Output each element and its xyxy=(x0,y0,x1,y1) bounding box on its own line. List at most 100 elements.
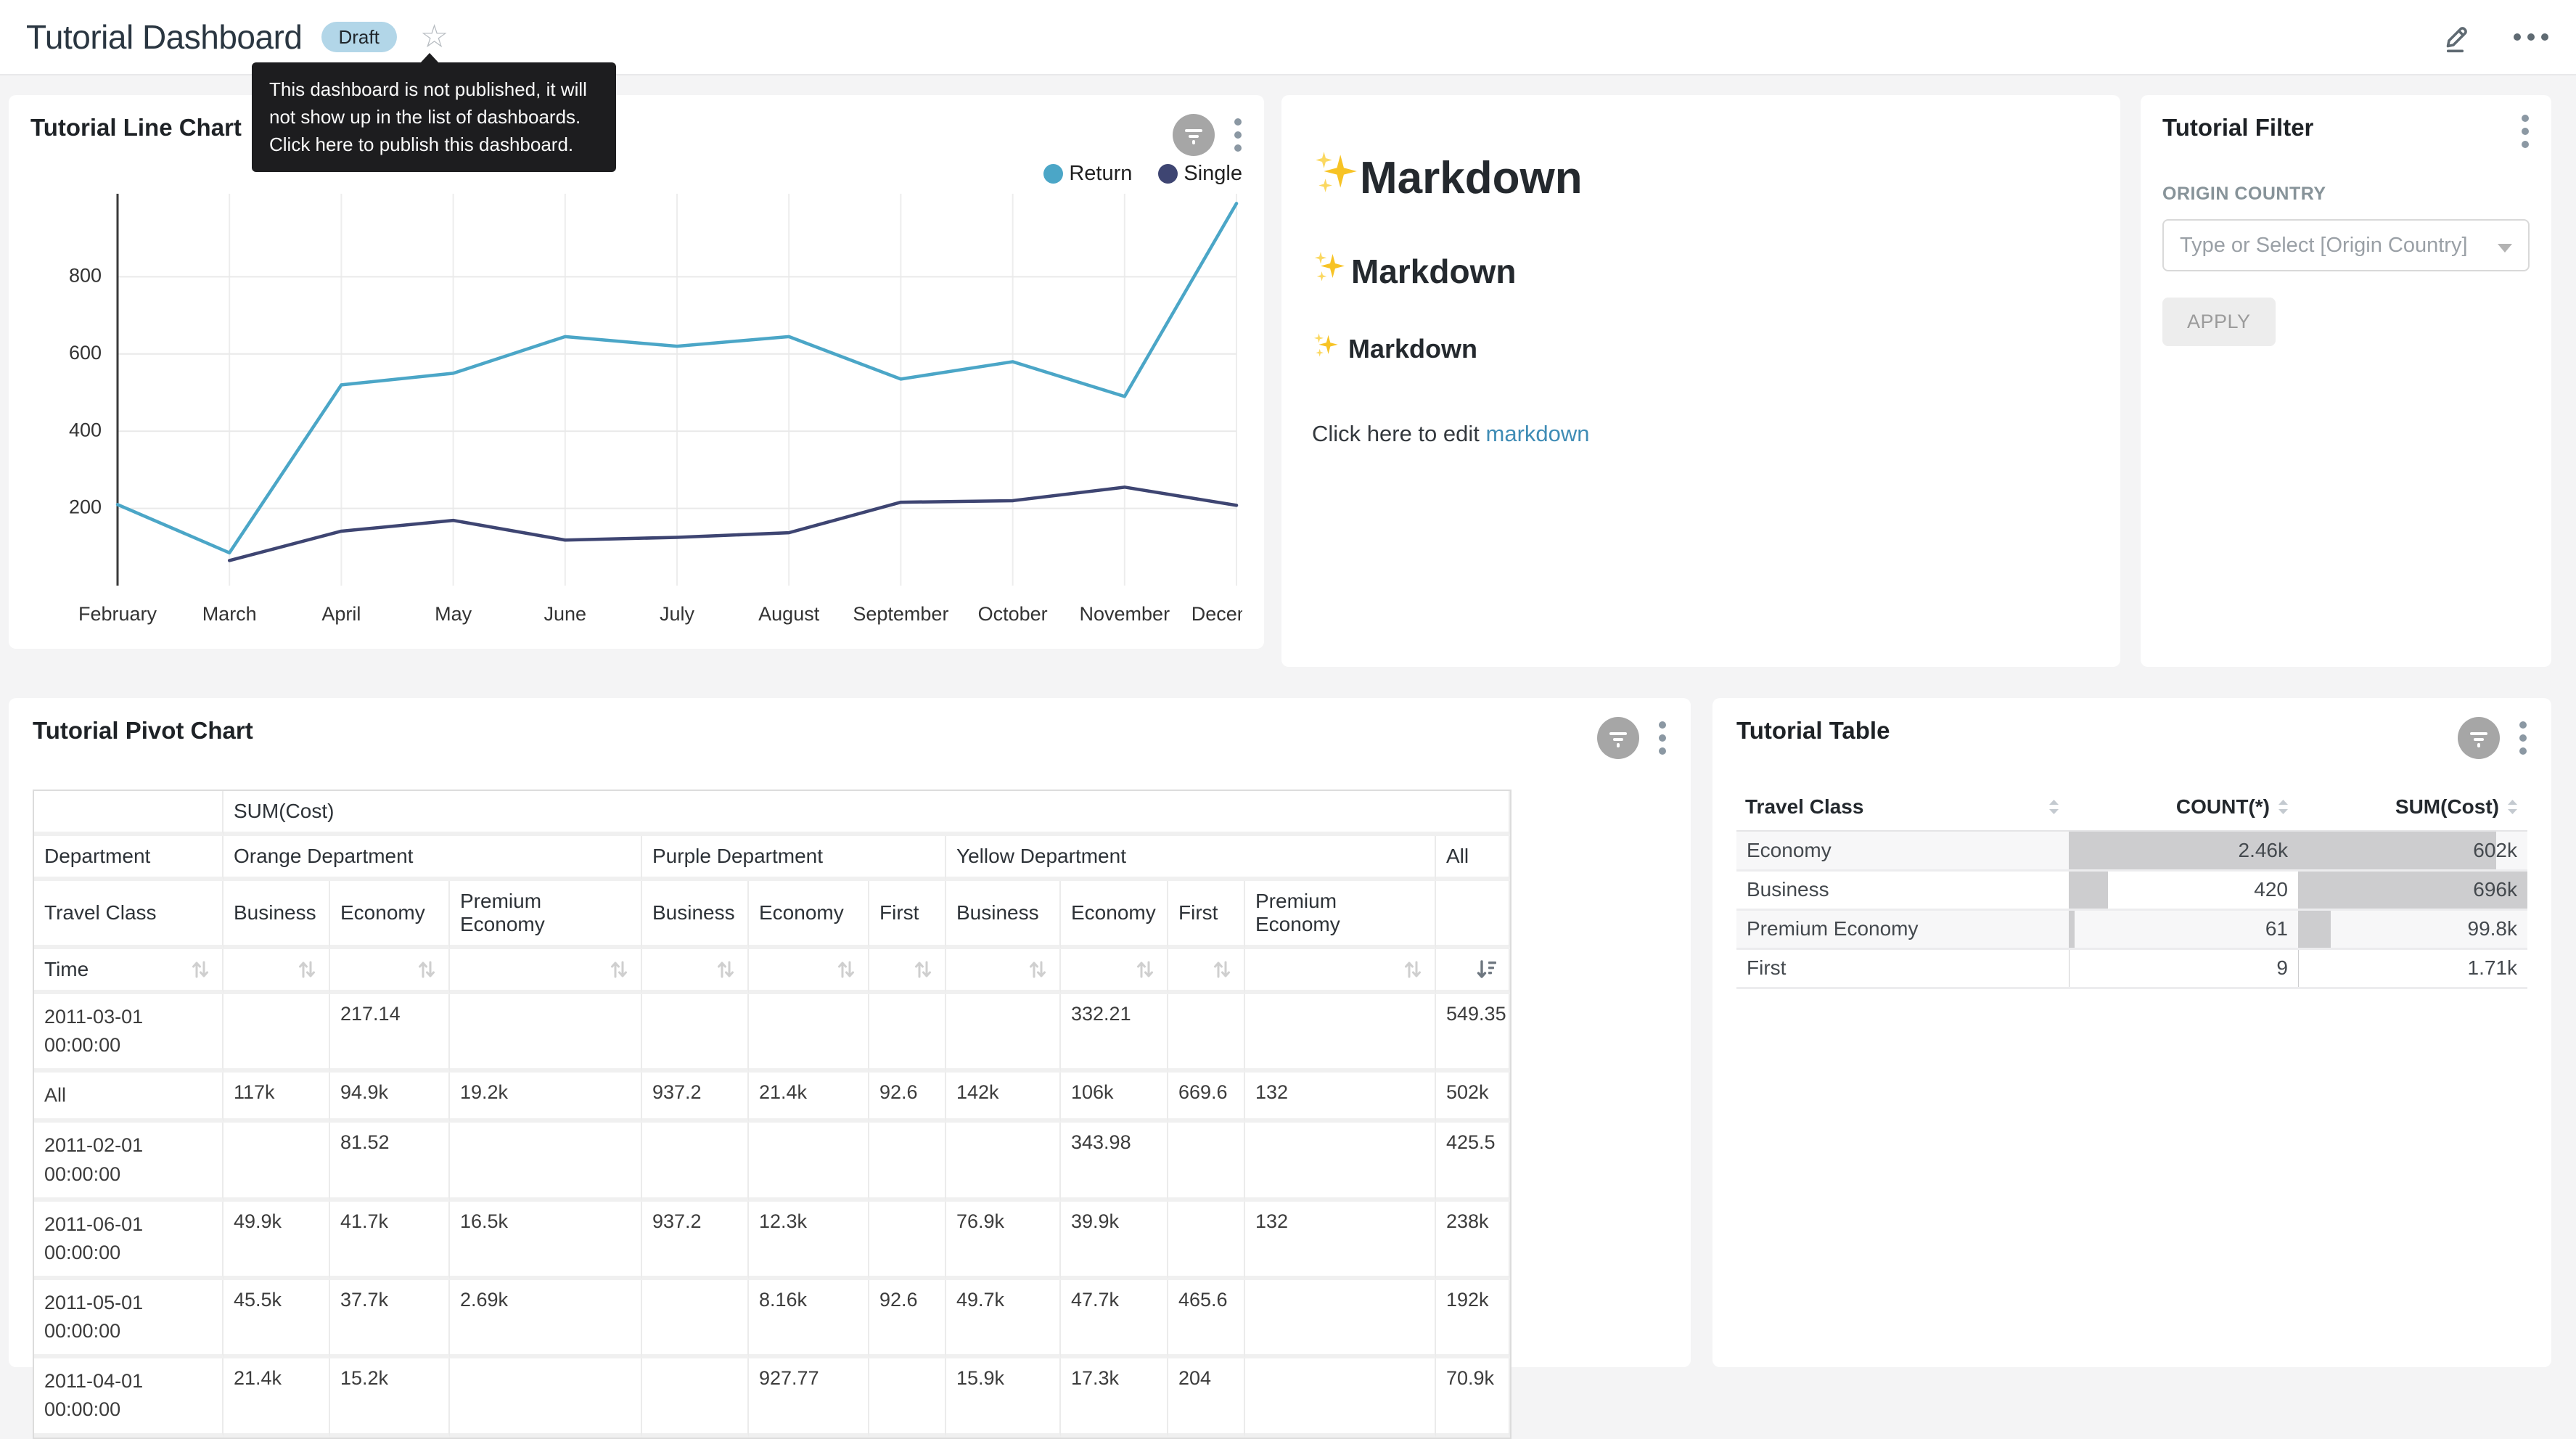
more-menu-icon[interactable] xyxy=(2512,32,2550,42)
tutorial-table: Travel ClassCOUNT(*)SUM(Cost)Economy2.46… xyxy=(1736,788,2527,989)
origin-country-select[interactable]: Type or Select [Origin Country] xyxy=(2162,219,2530,271)
cell-sum: 602k xyxy=(2298,831,2527,870)
markdown-h3: Markdown xyxy=(1312,332,2090,366)
pivot-sort-icon[interactable] xyxy=(642,949,749,994)
pivot-cell: 465.6 xyxy=(1168,1280,1245,1358)
svg-text:November: November xyxy=(1080,603,1170,625)
pivot-sort-icon[interactable] xyxy=(223,949,330,994)
pivot-row-label: 2011-05-01 00:00:00 xyxy=(34,1280,223,1358)
pivot-cell xyxy=(946,1123,1061,1201)
filter-kebab-icon[interactable] xyxy=(2521,114,2530,149)
col-header-sum-cost[interactable]: SUM(Cost) xyxy=(2298,788,2527,831)
pivot-cell: 37.7k xyxy=(330,1280,450,1358)
pivot-cell: 142k xyxy=(946,1073,1061,1123)
svg-text:September: September xyxy=(853,603,948,625)
apply-button[interactable]: APPLY xyxy=(2162,298,2276,346)
pivot-cell: 937.2 xyxy=(642,1202,749,1280)
markdown-panel: Markdown Markdown Markdown Click here to… xyxy=(1281,95,2120,667)
chart-legend: Return Single xyxy=(30,159,1242,188)
svg-text:May: May xyxy=(435,603,472,625)
pivot-class-header[interactable]: Economy xyxy=(1061,881,1168,949)
publish-tooltip[interactable]: This dashboard is not published, it will… xyxy=(252,62,616,172)
pivot-cell xyxy=(223,994,330,1073)
edit-icon[interactable] xyxy=(2440,20,2474,54)
favorite-star-icon[interactable]: ☆ xyxy=(420,21,448,53)
pivot-class-header[interactable]: First xyxy=(869,881,946,949)
pivot-class-header[interactable]: Economy xyxy=(330,881,450,949)
markdown-edit-link[interactable]: markdown xyxy=(1486,421,1590,446)
pivot-sort-icon[interactable] xyxy=(450,949,642,994)
table-kebab-icon[interactable] xyxy=(2519,721,2527,755)
draft-badge[interactable]: Draft xyxy=(321,22,397,52)
pivot-cell xyxy=(1245,1123,1436,1201)
pivot-cell: 332.21 xyxy=(1061,994,1168,1073)
pivot-cell xyxy=(869,1358,946,1437)
svg-text:400: 400 xyxy=(69,419,102,440)
pivot-class-header[interactable]: Premium Economy xyxy=(450,881,642,949)
cell-sum: 99.8k xyxy=(2298,909,2527,948)
table-row[interactable]: Business420696k xyxy=(1736,870,2527,909)
pivot-row: All117k94.9k19.2k937.221.4k92.6142k106k6… xyxy=(34,1073,1510,1123)
pivot-sort-icon[interactable] xyxy=(1168,949,1245,994)
line-chart[interactable]: 200400600800FebruaryMarchAprilMayJuneJul… xyxy=(30,194,1242,644)
pivot-cell: 238k xyxy=(1436,1202,1510,1280)
pivot-sort-icon-active[interactable] xyxy=(1436,949,1510,994)
filter-indicator-icon[interactable] xyxy=(1173,114,1215,156)
value-bar xyxy=(2298,911,2331,948)
pivot-sort-icon[interactable] xyxy=(330,949,450,994)
pivot-cell xyxy=(1245,1358,1436,1437)
pivot-department-header[interactable]: Orange Department xyxy=(223,836,642,881)
pivot-class-header[interactable]: First xyxy=(1168,881,1245,949)
pivot-cell: 106k xyxy=(1061,1073,1168,1123)
pivot-all-header[interactable]: All xyxy=(1436,836,1510,881)
pivot-cell: 45.5k xyxy=(223,1280,330,1358)
svg-text:June: June xyxy=(544,603,587,625)
pivot-cell xyxy=(1245,994,1436,1073)
pivot-department-header[interactable]: Purple Department xyxy=(642,836,946,881)
pivot-cell: 12.3k xyxy=(749,1202,869,1280)
legend-item-return[interactable]: Return xyxy=(1043,162,1132,186)
pivot-row: 2011-04-01 00:00:0021.4k15.2k927.7715.9k… xyxy=(34,1358,1510,1437)
legend-item-single[interactable]: Single xyxy=(1158,162,1242,186)
pivot-cell: 117k xyxy=(223,1073,330,1123)
cell-travel-class: Premium Economy xyxy=(1736,909,2069,948)
chart-kebab-icon[interactable] xyxy=(1234,118,1242,152)
pivot-sort-icon[interactable] xyxy=(946,949,1061,994)
col-header-travel-class[interactable]: Travel Class xyxy=(1736,788,2069,831)
tooltip-arrow xyxy=(420,53,439,63)
pivot-department-header[interactable]: Yellow Department xyxy=(946,836,1436,881)
pivot-class-header[interactable]: Business xyxy=(223,881,330,949)
filter-indicator-icon[interactable] xyxy=(1597,717,1639,759)
pivot-cell: 49.7k xyxy=(946,1280,1061,1358)
pivot-corner-cell xyxy=(34,791,223,836)
legend-label: Single xyxy=(1184,162,1242,186)
pivot-cell: 92.6 xyxy=(869,1280,946,1358)
col-header-count[interactable]: COUNT(*) xyxy=(2069,788,2298,831)
pivot-sort-icon[interactable] xyxy=(869,949,946,994)
table-row[interactable]: Premium Economy6199.8k xyxy=(1736,909,2527,948)
pivot-class-header[interactable]: Business xyxy=(642,881,749,949)
pivot-time-label[interactable]: Time xyxy=(34,949,223,994)
value-bar xyxy=(2069,872,2108,909)
table-row[interactable]: Economy2.46k602k xyxy=(1736,831,2527,870)
pivot-class-header[interactable]: Business xyxy=(946,881,1061,949)
pivot-cell: 92.6 xyxy=(869,1073,946,1123)
pivot-class-header[interactable]: Economy xyxy=(749,881,869,949)
pivot-sort-icon[interactable] xyxy=(1245,949,1436,994)
pivot-cell xyxy=(749,994,869,1073)
pivot-kebab-icon[interactable] xyxy=(1658,721,1667,755)
table-row[interactable]: First91.71k xyxy=(1736,948,2527,988)
pivot-sort-icon[interactable] xyxy=(749,949,869,994)
pivot-cell: 17.3k xyxy=(1061,1358,1168,1437)
pivot-sort-icon[interactable] xyxy=(1061,949,1168,994)
sparkles-icon xyxy=(1312,332,1340,366)
pivot-cell xyxy=(1245,1280,1436,1358)
cell-count: 2.46k xyxy=(2069,831,2298,870)
pivot-cell: 16.5k xyxy=(450,1202,642,1280)
markdown-h1: Markdown xyxy=(1312,149,2090,208)
filter-indicator-icon[interactable] xyxy=(2458,717,2500,759)
pivot-cell xyxy=(869,1123,946,1201)
pivot-class-header[interactable]: Premium Economy xyxy=(1245,881,1436,949)
pivot-cell xyxy=(450,994,642,1073)
pivot-cell: 937.2 xyxy=(642,1073,749,1123)
